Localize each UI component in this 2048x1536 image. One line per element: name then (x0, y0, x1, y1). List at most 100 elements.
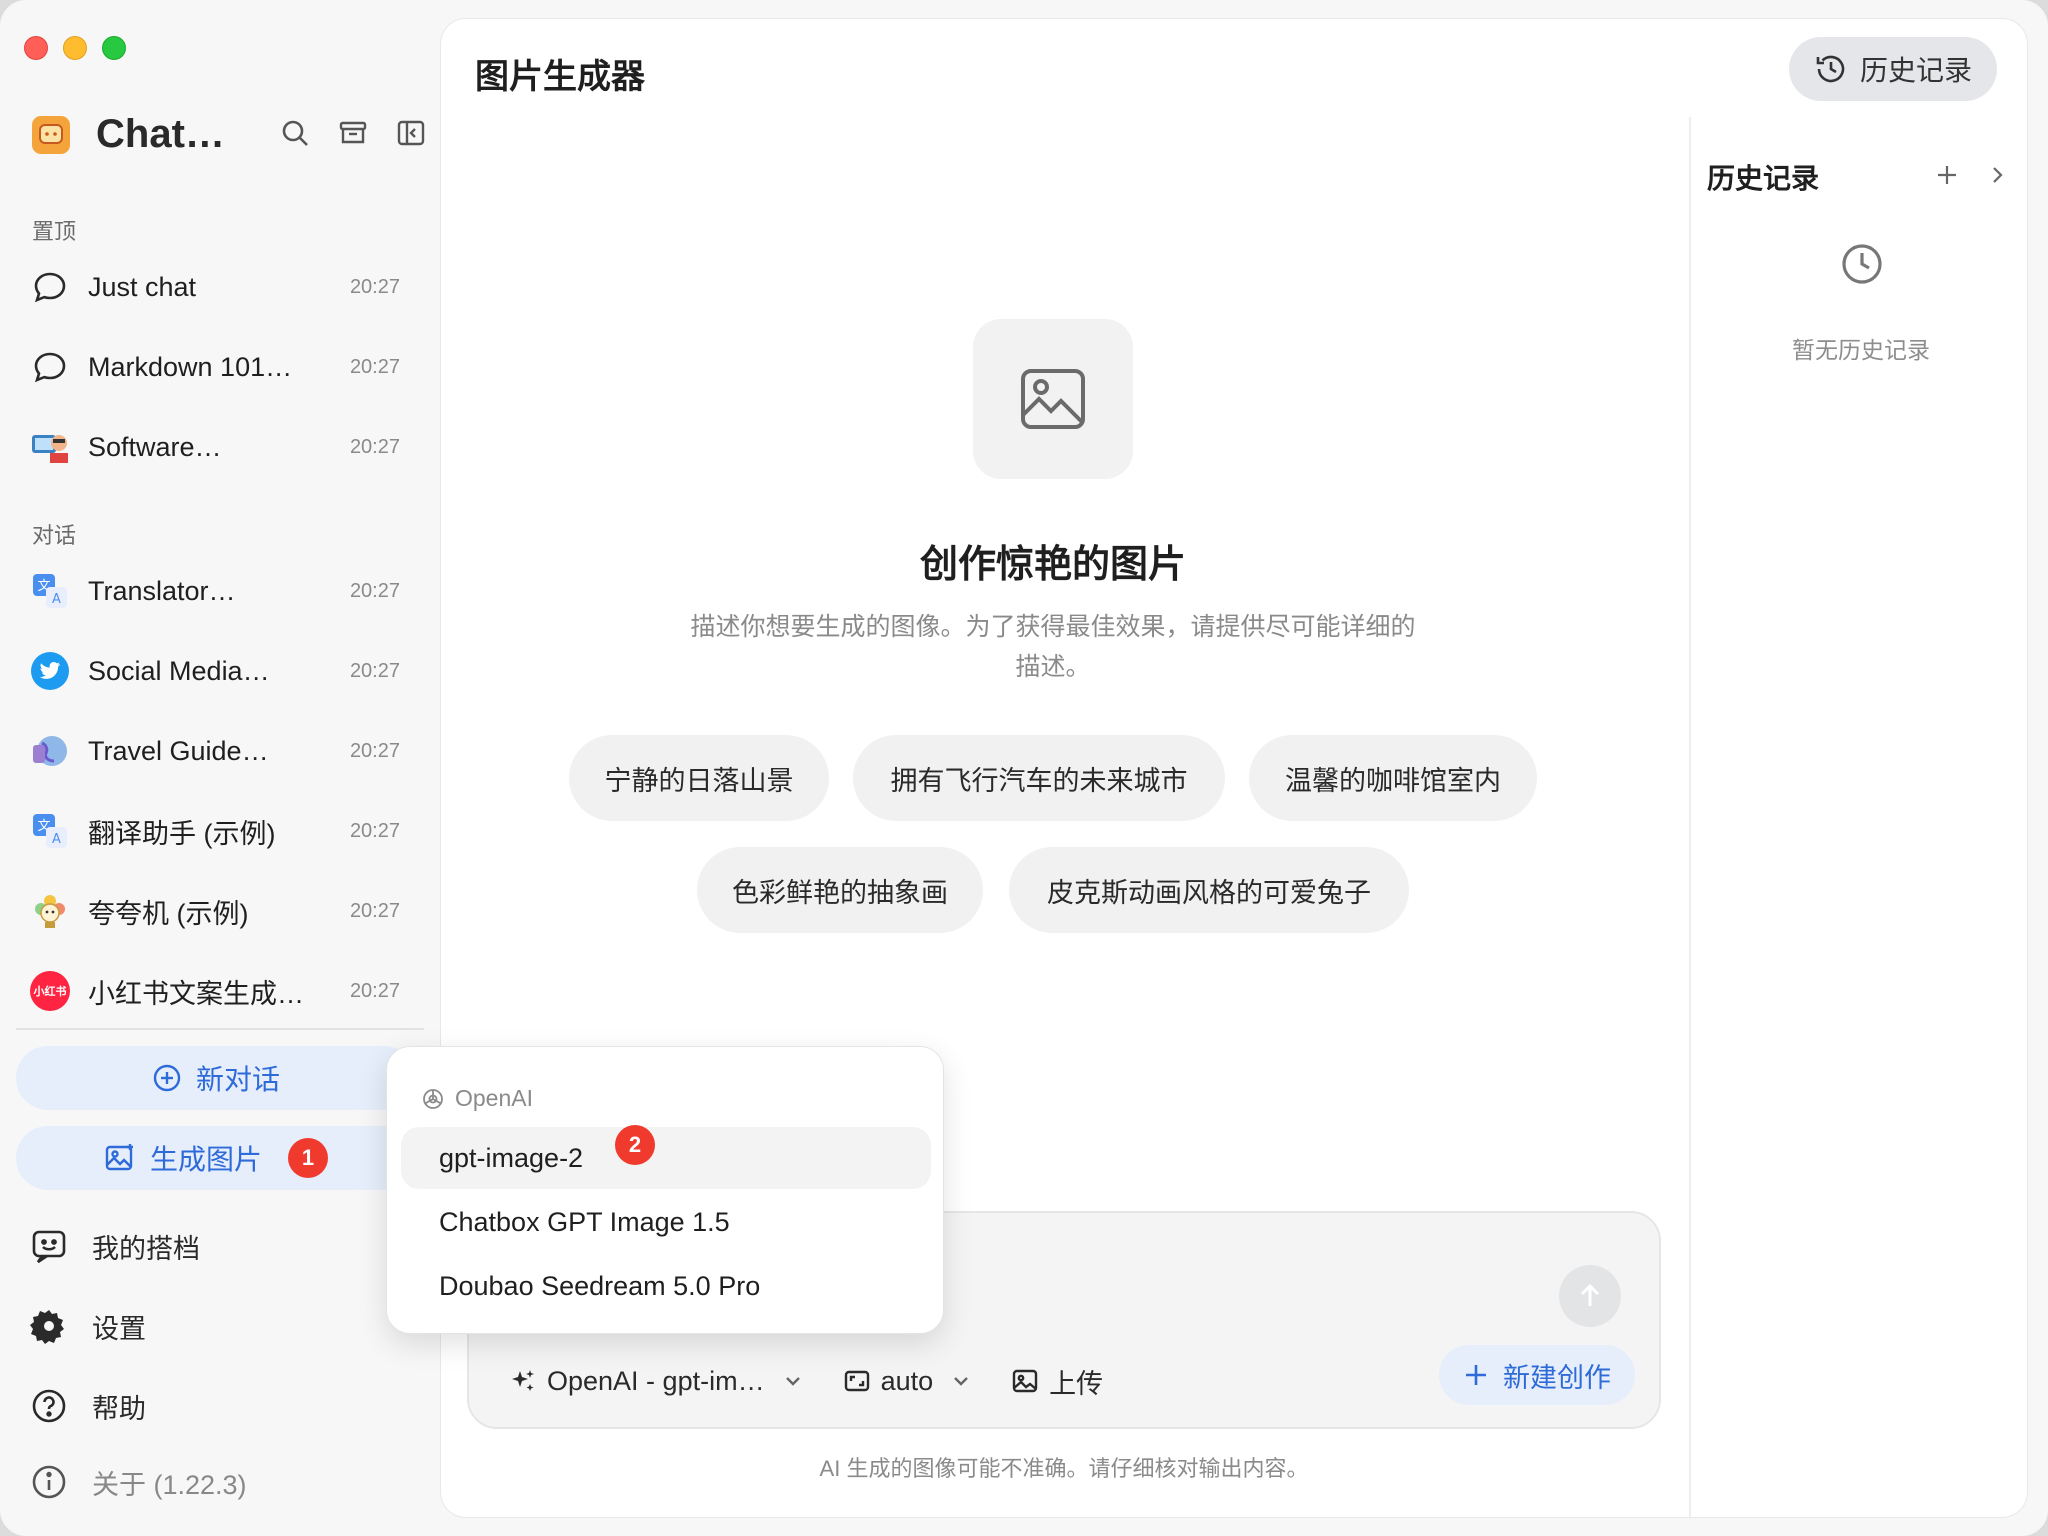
model-option-label: Doubao Seedream 5.0 Pro (439, 1270, 761, 1301)
chat-item-title: Software… (88, 431, 222, 462)
chat-item-title: Travel Guide… (88, 735, 269, 766)
model-option-label: Chatbox GPT Image 1.5 (439, 1206, 730, 1237)
chat-item-translation-assistant[interactable]: 文A 翻译助手 (示例) 20:27 (28, 800, 400, 862)
pinned-section-label: 置顶 (32, 219, 77, 244)
step-badge: 2 (615, 1125, 655, 1165)
chat-item-title: Translator… (88, 575, 236, 606)
new-creation-button[interactable]: 新建创作 (1439, 1345, 1635, 1405)
chat-bubble-icon (28, 345, 72, 389)
chat-item-time: 20:27 (349, 275, 400, 298)
model-option-doubao-seedream[interactable]: Doubao Seedream 5.0 Pro (401, 1255, 931, 1317)
developer-avatar-icon (28, 425, 72, 469)
new-creation-label: 新建创作 (1503, 1362, 1611, 1393)
chat-item-xiaohongshu[interactable]: 小红书 小红书文案生成… 20:27 (28, 960, 400, 1022)
help-circle-icon (32, 1389, 66, 1423)
plus-icon[interactable] (1927, 155, 1967, 195)
chat-item-title: 夸夸机 (示例) (88, 898, 249, 929)
chat-item-time: 20:27 (349, 979, 400, 1002)
settings-label: 设置 (92, 1313, 146, 1344)
globe-icon (28, 729, 72, 773)
xiaohongshu-icon: 小红书 (28, 969, 72, 1013)
clock-icon (1841, 243, 1883, 290)
sparkles-icon (512, 1370, 534, 1391)
chat-item-title: 翻译助手 (示例) (88, 818, 276, 849)
my-partners-item[interactable]: 我的搭档 (30, 1218, 200, 1274)
app-logo-icon (32, 115, 70, 154)
sidebar-divider (16, 1028, 424, 1030)
svg-text:A: A (52, 592, 61, 607)
collapse-sidebar-icon[interactable] (394, 116, 428, 150)
history-button[interactable]: 历史记录 (1789, 37, 1997, 101)
aspect-ratio-label: auto (880, 1365, 934, 1396)
model-option-chatbox-gpt-image[interactable]: Chatbox GPT Image 1.5 (401, 1191, 931, 1253)
step-badge: 1 (288, 1138, 328, 1178)
my-partners-label: 我的搭档 (92, 1233, 200, 1264)
image-sparkle-icon (105, 1144, 133, 1171)
chat-item-markdown-101[interactable]: Markdown 101… 20:27 (28, 336, 400, 398)
about-label: 关于 (1.22.3) (92, 1469, 247, 1500)
chat-item-time: 20:27 (349, 739, 400, 762)
image-upload-icon (1012, 1369, 1038, 1393)
new-chat-label: 新对话 (195, 1064, 280, 1095)
chat-item-software[interactable]: Software… 20:27 (28, 416, 400, 478)
aspect-ratio-selector[interactable]: auto (843, 1366, 972, 1397)
sidebar: Chat… 置顶 Just chat 20:27 Markdown 101… 2… (0, 0, 440, 1536)
chat-item-translator[interactable]: 文A Translator… 20:27 (28, 560, 400, 622)
chevron-down-icon (785, 1377, 800, 1386)
help-item[interactable]: 帮助 (30, 1378, 146, 1434)
conversations-section-label: 对话 (32, 523, 77, 548)
dropdown-group-label: OpenAI (455, 1085, 533, 1111)
gear-icon (30, 1310, 64, 1344)
chat-item-travel-guide[interactable]: Travel Guide… 20:27 (28, 720, 400, 782)
help-label: 帮助 (92, 1393, 146, 1424)
disclaimer-text: AI 生成的图像可能不准确。请仔细核对输出内容。 (819, 1456, 1309, 1481)
chat-item-praise-bot[interactable]: 夸夸机 (示例) 20:27 (28, 880, 400, 942)
upload-button[interactable]: 上传 (1011, 1362, 1103, 1401)
send-button[interactable] (1559, 1265, 1621, 1327)
input-controls: OpenAI - gpt-im… auto 上传 (509, 1361, 1143, 1401)
history-empty-text: 暂无历史记录 (1792, 337, 1930, 363)
generate-image-button[interactable]: 生成图片 1 (16, 1126, 416, 1190)
app-window: Chat… 置顶 Just chat 20:27 Markdown 101… 2… (0, 0, 2048, 1536)
history-panel: 历史记录 暂无历史记录 (1689, 117, 2029, 1519)
model-selector-label: OpenAI - gpt-im… (547, 1365, 765, 1396)
hero-subtitle-line-1: 描述你想要生成的图像。为了获得最佳效果，请提供尽可能详细的 (690, 613, 1416, 641)
page-title: 图片生成器 (475, 58, 645, 96)
aspect-ratio-icon (844, 1370, 869, 1392)
chat-item-title: Just chat (88, 271, 197, 302)
chat-item-just-chat[interactable]: Just chat 20:27 (28, 256, 400, 318)
chat-item-time: 20:27 (349, 659, 400, 682)
svg-text:A: A (52, 832, 61, 847)
info-circle-icon (32, 1465, 66, 1499)
brand: Chat… (32, 112, 425, 157)
hero-subtitle: 描述你想要生成的图像。为了获得最佳效果，请提供尽可能详细的 描述。 (631, 607, 1475, 687)
twitter-bird-icon (28, 649, 72, 693)
model-selector[interactable]: OpenAI - gpt-im… (509, 1366, 803, 1397)
arrow-up-icon (1580, 1283, 1600, 1306)
about-item[interactable]: 关于 (1.22.3) (30, 1454, 247, 1510)
model-option-gpt-image-2[interactable]: gpt-image-2 2 (401, 1125, 931, 1189)
new-chat-button[interactable]: 新对话 (16, 1046, 416, 1110)
dropdown-group-header: OpenAI (421, 1085, 533, 1112)
suggestion-chip[interactable]: 拥有飞行汽车的未来城市 (853, 735, 1225, 821)
suggestion-chip[interactable]: 宁静的日落山景 (569, 735, 829, 821)
openai-logo-icon (423, 1088, 443, 1109)
settings-item[interactable]: 设置 (30, 1298, 146, 1354)
suggestion-chip[interactable]: 温馨的咖啡馆室内 (1249, 735, 1537, 821)
chevron-right-icon[interactable] (1977, 155, 2017, 195)
app-title: Chat… (96, 112, 225, 156)
generate-image-label: 生成图片 (149, 1144, 262, 1175)
model-option-label: gpt-image-2 (439, 1142, 584, 1173)
chat-item-social-media[interactable]: Social Media… 20:27 (28, 640, 400, 702)
suggestion-chip[interactable]: 色彩鲜艳的抽象画 (697, 847, 983, 933)
flower-icon (28, 889, 72, 933)
archive-icon[interactable] (336, 116, 370, 150)
chat-item-time: 20:27 (349, 899, 400, 922)
translate-icon: 文A (28, 569, 72, 613)
bot-chat-icon (32, 1230, 66, 1264)
history-panel-title: 历史记录 (1707, 163, 1820, 194)
chat-item-time: 20:27 (349, 579, 400, 602)
image-placeholder-icon (973, 319, 1133, 479)
search-icon[interactable] (278, 116, 312, 150)
suggestion-chip[interactable]: 皮克斯动画风格的可爱兔子 (1009, 847, 1409, 933)
